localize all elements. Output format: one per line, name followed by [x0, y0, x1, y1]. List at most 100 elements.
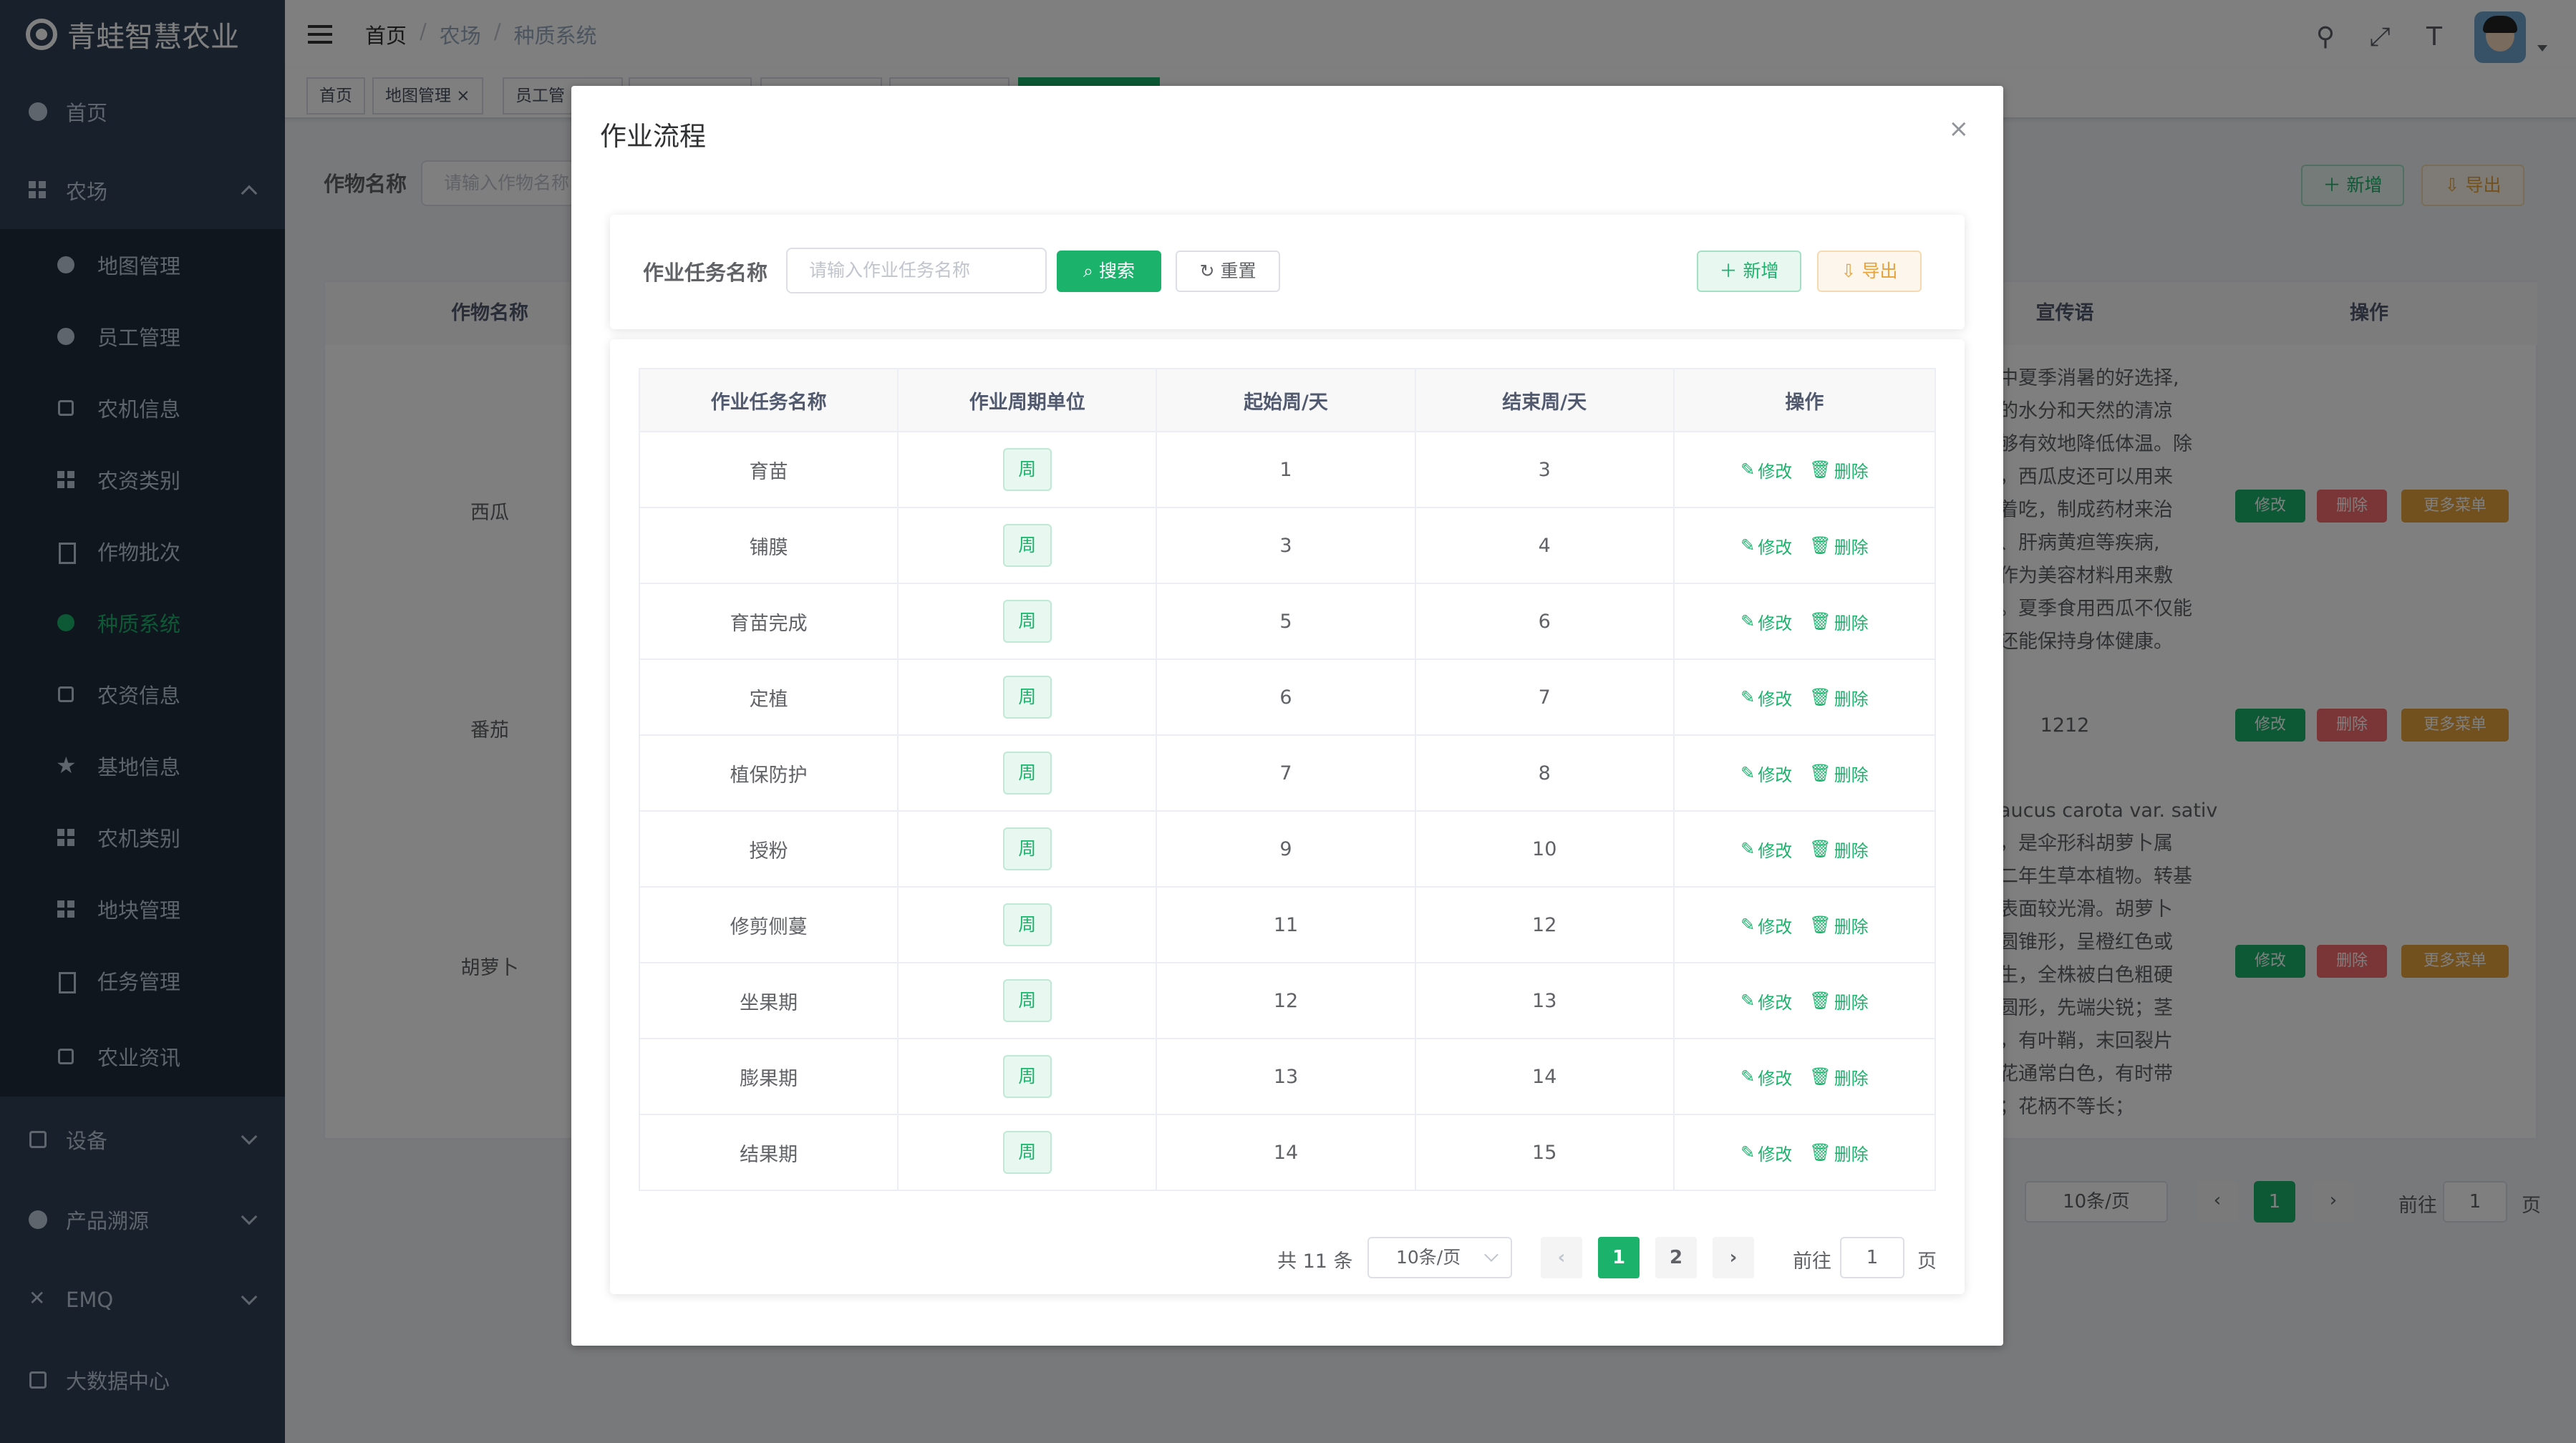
search-card: 作业任务名称 请输入作业任务名称 ⌕ 搜索 ↻ 重置 ＋ 新增 ⇩ 导出 — [610, 215, 1965, 329]
column-header: 作业任务名称 — [640, 369, 899, 431]
reset-button[interactable]: ↻ 重置 — [1176, 251, 1280, 292]
edit-link[interactable]: ✎ 修改 — [1740, 837, 1792, 862]
edit-icon: ✎ — [1740, 1067, 1756, 1087]
unit-cell: 周 — [899, 1115, 1158, 1190]
actions-cell: ✎ 修改 🗑 删除 — [1675, 736, 1935, 810]
delete-link[interactable]: 🗑 删除 — [1809, 609, 1868, 634]
task-name-cell: 修剪侧蔓 — [640, 888, 899, 962]
delete-link[interactable]: 🗑 删除 — [1809, 1140, 1868, 1165]
edit-icon: ✎ — [1740, 915, 1756, 935]
edit-link[interactable]: ✎ 修改 — [1740, 1140, 1792, 1165]
edit-icon: ✎ — [1740, 611, 1756, 631]
delete-link[interactable]: 🗑 删除 — [1809, 913, 1868, 938]
delete-link[interactable]: 🗑 删除 — [1809, 988, 1868, 1014]
end-cell: 12 — [1416, 888, 1675, 962]
end-cell: 13 — [1416, 963, 1675, 1038]
end-cell: 8 — [1416, 736, 1675, 810]
goto-label: 前往 — [1793, 1250, 1831, 1273]
table-row: 育苗完成 周 5 6 ✎ 修改 🗑 删除 — [640, 584, 1935, 660]
actions-cell: ✎ 修改 🗑 删除 — [1675, 888, 1935, 962]
start-cell: 6 — [1157, 660, 1416, 734]
trash-icon: 🗑 — [1809, 1142, 1831, 1162]
edit-icon: ✎ — [1740, 1142, 1756, 1162]
unit-tag: 周 — [1002, 524, 1052, 567]
end-cell: 10 — [1416, 812, 1675, 886]
task-name-cell: 结果期 — [640, 1115, 899, 1190]
prev-page-button[interactable]: ‹ — [1541, 1237, 1582, 1278]
link-label: 修改 — [1758, 764, 1793, 785]
task-name-cell: 坐果期 — [640, 963, 899, 1038]
link-label: 修改 — [1758, 1144, 1793, 1165]
trash-icon: 🗑 — [1809, 915, 1831, 935]
page-label: 页 — [1917, 1250, 1937, 1273]
column-header: 起始周/天 — [1157, 369, 1416, 431]
end-cell: 7 — [1416, 660, 1675, 734]
trash-icon: 🗑 — [1809, 611, 1831, 631]
edit-icon: ✎ — [1740, 460, 1756, 480]
delete-link[interactable]: 🗑 删除 — [1809, 533, 1868, 558]
page-button-2[interactable]: 2 — [1655, 1237, 1697, 1278]
table-row: 植保防护 周 7 8 ✎ 修改 🗑 删除 — [640, 736, 1935, 812]
task-name-cell: 育苗完成 — [640, 584, 899, 659]
goto-input[interactable]: 1 — [1840, 1237, 1904, 1278]
edit-link[interactable]: ✎ 修改 — [1740, 609, 1792, 634]
start-cell: 13 — [1157, 1039, 1416, 1114]
edit-link[interactable]: ✎ 修改 — [1740, 685, 1792, 710]
table-row: 坐果期 周 12 13 ✎ 修改 🗑 删除 — [640, 963, 1935, 1039]
unit-tag: 周 — [1002, 1055, 1052, 1098]
start-cell: 11 — [1157, 888, 1416, 962]
link-label: 修改 — [1758, 992, 1793, 1013]
search-icon: ⌕ — [1083, 261, 1094, 281]
edit-link[interactable]: ✎ 修改 — [1740, 533, 1792, 558]
download-icon: ⇩ — [1841, 261, 1856, 281]
end-cell: 14 — [1416, 1039, 1675, 1114]
page-size-select[interactable]: 10条/页 — [1367, 1237, 1512, 1278]
table-row: 育苗 周 1 3 ✎ 修改 🗑 删除 — [640, 432, 1935, 508]
edit-link[interactable]: ✎ 修改 — [1740, 988, 1792, 1014]
trash-icon: 🗑 — [1809, 535, 1831, 555]
link-label: 修改 — [1758, 1068, 1793, 1089]
unit-tag: 周 — [1002, 1131, 1052, 1174]
edit-link[interactable]: ✎ 修改 — [1740, 761, 1792, 786]
task-table: 作业任务名称 作业周期单位 起始周/天 结束周/天 操作 育苗周 1 3 ✎ 修改 🗑 删除… — [639, 368, 1936, 1191]
edit-link[interactable]: ✎ 修改 — [1740, 913, 1792, 938]
trash-icon: 🗑 — [1809, 839, 1831, 859]
edit-icon: ✎ — [1740, 839, 1756, 859]
workflow-dialog: 作业流程 × 作业任务名称 请输入作业任务名称 ⌕ 搜索 ↻ 重置 ＋ 新增 ⇩… — [571, 86, 2003, 1346]
delete-link[interactable]: 🗑 删除 — [1809, 685, 1868, 710]
start-cell: 12 — [1157, 963, 1416, 1038]
unit-tag: 周 — [1002, 979, 1052, 1022]
trash-icon: 🗑 — [1809, 763, 1831, 783]
table-row: 膨果期 周 13 14 ✎ 修改 🗑 删除 — [640, 1039, 1935, 1115]
table-row: 定植 周 6 7 ✎ 修改 🗑 删除 — [640, 660, 1935, 736]
add-button[interactable]: ＋ 新增 — [1697, 251, 1801, 292]
start-cell: 9 — [1157, 812, 1416, 886]
export-button[interactable]: ⇩ 导出 — [1817, 251, 1922, 292]
delete-link[interactable]: 🗑 删除 — [1809, 457, 1868, 482]
task-name-input[interactable]: 请输入作业任务名称 — [786, 248, 1047, 293]
link-label: 删除 — [1834, 1144, 1869, 1165]
task-name-cell: 植保防护 — [640, 736, 899, 810]
page-button-1[interactable]: 1 — [1598, 1237, 1640, 1278]
refresh-icon: ↻ — [1199, 261, 1215, 281]
end-cell: 4 — [1416, 508, 1675, 583]
next-page-button[interactable]: › — [1713, 1237, 1754, 1278]
edit-link[interactable]: ✎ 修改 — [1740, 457, 1792, 482]
search-button[interactable]: ⌕ 搜索 — [1057, 251, 1161, 292]
delete-link[interactable]: 🗑 删除 — [1809, 837, 1868, 862]
actions-cell: ✎ 修改 🗑 删除 — [1675, 432, 1935, 507]
delete-link[interactable]: 🗑 删除 — [1809, 761, 1868, 786]
trash-icon: 🗑 — [1809, 460, 1831, 480]
edit-link[interactable]: ✎ 修改 — [1740, 1064, 1792, 1089]
link-label: 修改 — [1758, 840, 1793, 861]
close-icon[interactable]: × — [1949, 115, 1970, 143]
start-cell: 1 — [1157, 432, 1416, 507]
task-name-cell: 膨果期 — [640, 1039, 899, 1114]
table-row: 铺膜 周 3 4 ✎ 修改 🗑 删除 — [640, 508, 1935, 584]
table-row: 结果期 周 14 15 ✎ 修改 🗑 删除 — [640, 1115, 1935, 1190]
delete-link[interactable]: 🗑 删除 — [1809, 1064, 1868, 1089]
link-label: 修改 — [1758, 613, 1793, 633]
link-label: 修改 — [1758, 689, 1793, 709]
link-label: 修改 — [1758, 537, 1793, 558]
unit-cell: 周 — [899, 888, 1158, 962]
